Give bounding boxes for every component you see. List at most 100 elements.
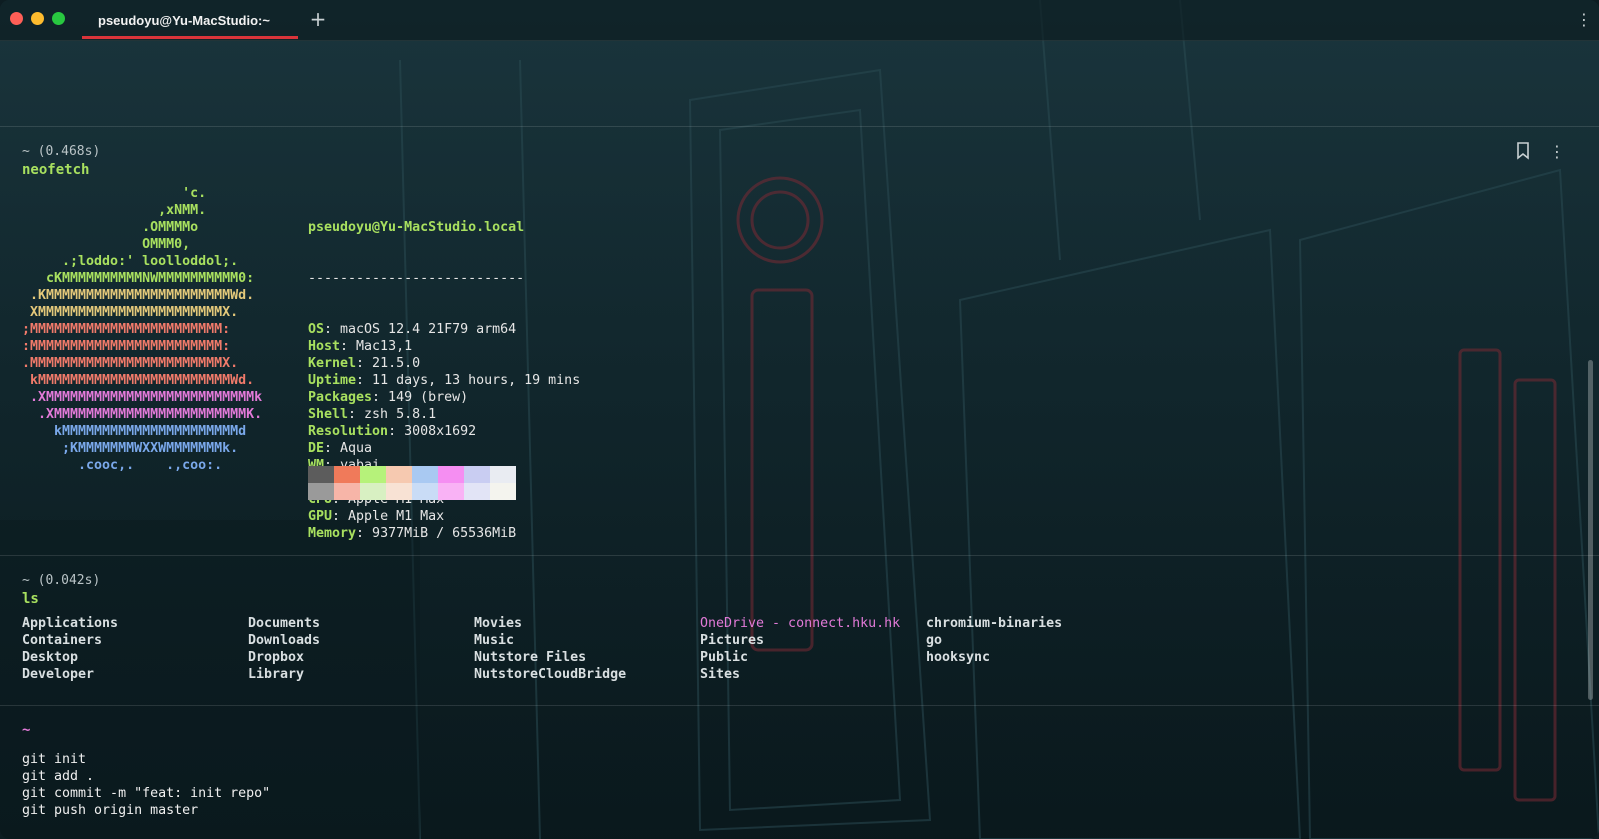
system-info: pseudoyu@Yu-MacStudio.local ------------…	[308, 185, 580, 576]
color-swatch	[464, 483, 490, 500]
logo-line: .KMMMMMMMMMMMMMMMMMMMMMMMWd.	[22, 288, 255, 303]
info-row: Host: Mac13,1	[308, 338, 580, 355]
minimize-window-button[interactable]	[31, 12, 44, 25]
input-line[interactable]: git init	[22, 752, 86, 767]
logo-line: 'c.	[22, 186, 207, 201]
ls-entry[interactable]: Desktop	[22, 649, 78, 666]
info-value: : 11 days, 13 hours, 19 mins	[356, 373, 581, 388]
logo-line: ;KMMMMMMMWXXWMMMMMMMk.	[22, 441, 239, 456]
info-row: GPU: Apple M1 Max	[308, 508, 580, 525]
info-value: : Mac13,1	[340, 339, 413, 354]
terminal-window: pseudoyu@Yu-MacStudio:~ + ⋮ ~ (0.468s) n…	[0, 0, 1599, 839]
info-key: Memory	[308, 526, 357, 541]
input-separator	[0, 705, 1599, 706]
block-meta: ~ (0.042s)	[22, 573, 101, 588]
color-palette	[308, 466, 516, 500]
color-swatch	[386, 483, 412, 500]
logo-line: cKMMMMMMMMMMNWMMMMMMMMMM0:	[22, 271, 255, 286]
active-tab-indicator	[82, 36, 298, 39]
color-swatch	[360, 483, 386, 500]
terminal-tab[interactable]: pseudoyu@Yu-MacStudio:~	[82, 0, 298, 40]
color-swatch	[334, 466, 360, 483]
ls-entry[interactable]: Movies	[474, 615, 522, 632]
ls-entry[interactable]: Documents	[248, 615, 320, 632]
logo-line: ,xNMM.	[22, 203, 207, 218]
block-menu-icon[interactable]: ⋮	[1548, 142, 1566, 162]
info-value: : 149 (brew)	[372, 390, 469, 405]
info-value: : macOS 12.4 21F79 arm64	[324, 322, 517, 337]
block-separator	[0, 126, 1599, 127]
logo-line: XMMMMMMMMMMMMMMMMMMMMMMMX.	[22, 305, 239, 320]
more-vertical-icon[interactable]: ⋮	[1576, 10, 1592, 30]
logo-line: ;MMMMMMMMMMMMMMMMMMMMMMMM:	[22, 322, 231, 337]
logo-line: .cooc,. .,coo:.	[22, 458, 223, 473]
ls-entry[interactable]: Applications	[22, 615, 118, 632]
close-window-button[interactable]	[10, 12, 23, 25]
scrollbar[interactable]	[1588, 360, 1593, 700]
ls-entry[interactable]: Developer	[22, 666, 94, 683]
ls-entry[interactable]: go	[926, 632, 942, 649]
logo-line: .XMMMMMMMMMMMMMMMMMMMMMMMMK.	[22, 407, 263, 422]
ls-entry[interactable]: OneDrive - connect.hku.hk	[700, 615, 900, 632]
info-value: : 9377MiB / 65536MiB	[356, 526, 517, 541]
color-swatch	[334, 483, 360, 500]
apple-ascii-logo: 'c. ,xNMM. .OMMMMo OMMM0, .;loddo:' lool…	[22, 185, 262, 474]
info-row: Kernel: 21.5.0	[308, 355, 580, 372]
block-command[interactable]: neofetch	[22, 162, 89, 178]
ls-entry[interactable]: Downloads	[248, 632, 320, 649]
ls-entry[interactable]: Dropbox	[248, 649, 304, 666]
ls-entry[interactable]: hooksync	[926, 649, 990, 666]
info-divider: ---------------------------	[308, 271, 525, 286]
block-separator	[0, 555, 1599, 556]
tab-title: pseudoyu@Yu-MacStudio:~	[98, 13, 270, 28]
ls-entry[interactable]: Music	[474, 632, 514, 649]
logo-line: OMMM0,	[22, 237, 191, 252]
info-row: Resolution: 3008x1692	[308, 423, 580, 440]
block-command[interactable]: ls	[22, 591, 39, 607]
color-swatch	[412, 466, 438, 483]
info-value: : 3008x1692	[388, 424, 477, 439]
info-value: : Aqua	[324, 441, 373, 456]
ls-entry[interactable]: chromium-binaries	[926, 615, 1062, 632]
ls-entry[interactable]: Pictures	[700, 632, 764, 649]
input-line[interactable]: git commit -m "feat: init repo"	[22, 786, 270, 801]
info-key: OS	[308, 322, 325, 337]
plus-icon[interactable]: +	[308, 8, 328, 30]
color-swatch	[386, 466, 412, 483]
info-row: OS: macOS 12.4 21F79 arm64	[308, 321, 580, 338]
info-key: DE	[308, 441, 325, 456]
color-swatch	[438, 483, 464, 500]
info-row: DE: Aqua	[308, 440, 580, 457]
info-key: Host	[308, 339, 341, 354]
info-key: GPU	[308, 509, 333, 524]
info-key: Kernel	[308, 356, 357, 371]
prompt-directory: ~	[22, 722, 31, 738]
ls-entry[interactable]: Sites	[700, 666, 740, 683]
logo-line: :MMMMMMMMMMMMMMMMMMMMMMMM:	[22, 339, 231, 354]
info-value: : zsh 5.8.1	[348, 407, 437, 422]
user-host: pseudoyu@Yu-MacStudio.local	[308, 220, 525, 235]
zoom-window-button[interactable]	[52, 12, 65, 25]
info-key: Resolution	[308, 424, 389, 439]
logo-line: kMMMMMMMMMMMMMMMMMMMMMMMMWd.	[22, 373, 255, 388]
logo-line: .MMMMMMMMMMMMMMMMMMMMMMMMX.	[22, 356, 239, 371]
ls-entry[interactable]: Containers	[22, 632, 102, 649]
logo-line: .;loddo:' loolloddol;.	[22, 254, 239, 269]
color-swatch	[308, 466, 334, 483]
block-meta: ~ (0.468s)	[22, 144, 101, 159]
input-line[interactable]: git add .	[22, 769, 94, 784]
ls-entry[interactable]: Nutstore Files	[474, 649, 586, 666]
info-key: Uptime	[308, 373, 357, 388]
input-line[interactable]: git push origin master	[22, 803, 198, 818]
color-swatch	[490, 466, 516, 483]
info-row: Memory: 9377MiB / 65536MiB	[308, 525, 580, 542]
bookmark-icon[interactable]	[1514, 142, 1532, 162]
ls-entry[interactable]: NutstoreCloudBridge	[474, 666, 626, 683]
color-swatch	[308, 483, 334, 500]
info-row: Shell: zsh 5.8.1	[308, 406, 580, 423]
info-value: : 21.5.0	[356, 356, 421, 371]
ls-entry[interactable]: Public	[700, 649, 748, 666]
ls-entry[interactable]: Library	[248, 666, 304, 683]
info-value: : Apple M1 Max	[332, 509, 445, 524]
color-swatch	[412, 483, 438, 500]
